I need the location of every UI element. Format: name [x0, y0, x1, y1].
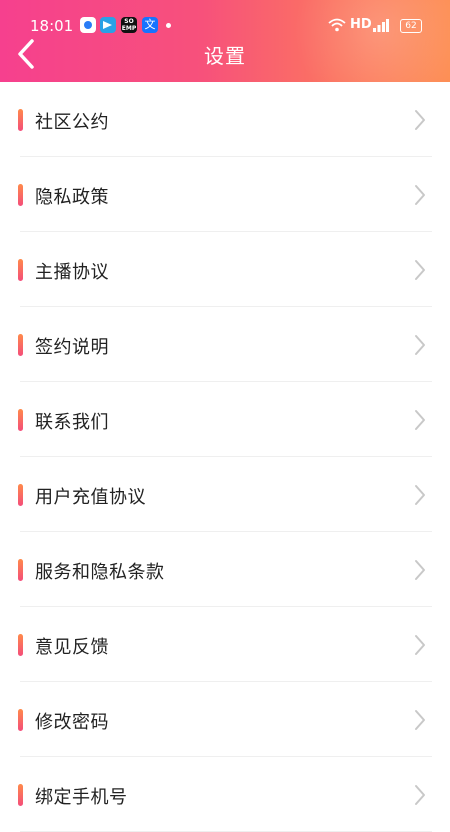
status-bar: 18:01 SO EMP 文 HD 62: [0, 0, 450, 35]
soemp-icon: SO EMP: [121, 17, 137, 33]
menu-item-label: 用户充值协议: [35, 487, 146, 508]
accent-bar: [18, 634, 23, 656]
accent-bar: [18, 109, 23, 131]
accent-bar: [18, 259, 23, 281]
chevron-right-icon: [415, 485, 425, 505]
menu-item-streamer-agreement[interactable]: 主播协议: [0, 232, 450, 307]
accent-bar: [18, 559, 23, 581]
network-type: HD: [350, 17, 372, 32]
menu-item-label: 服务和隐私条款: [35, 562, 165, 583]
menu-item-label: 主播协议: [35, 262, 109, 283]
app-header: 18:01 SO EMP 文 HD 62 设置: [0, 0, 450, 82]
settings-menu: 社区公约 隐私政策 主播协议 签约说明 联系我们 用户充值协议 服务和隐私条款 …: [0, 82, 450, 832]
chevron-right-icon: [415, 335, 425, 355]
signal-icon: [373, 19, 389, 32]
battery-icon: 62: [400, 19, 422, 33]
menu-item-signing-instructions[interactable]: 签约说明: [0, 307, 450, 382]
menu-item-privacy-policy[interactable]: 隐私政策: [0, 157, 450, 232]
menu-item-label: 社区公约: [35, 112, 109, 133]
menu-item-label: 联系我们: [35, 412, 109, 433]
accent-bar: [18, 484, 23, 506]
menu-item-label: 签约说明: [35, 337, 109, 358]
accent-bar: [18, 709, 23, 731]
menu-item-contact-us[interactable]: 联系我们: [0, 382, 450, 457]
menu-item-community-guidelines[interactable]: 社区公约: [0, 82, 450, 157]
menu-item-recharge-agreement[interactable]: 用户充值协议: [0, 457, 450, 532]
app-circle-icon: [80, 17, 96, 33]
accent-bar: [18, 334, 23, 356]
menu-item-terms-of-service[interactable]: 服务和隐私条款: [0, 532, 450, 607]
menu-item-bind-phone[interactable]: 绑定手机号: [0, 757, 450, 832]
chevron-right-icon: [415, 185, 425, 205]
chevron-right-icon: [415, 560, 425, 580]
status-time: 18:01: [30, 17, 74, 35]
translate-icon: 文: [142, 17, 158, 33]
menu-item-change-password[interactable]: 修改密码: [0, 682, 450, 757]
chevron-right-icon: [415, 635, 425, 655]
accent-bar: [18, 784, 23, 806]
page-title: 设置: [204, 44, 246, 68]
menu-item-label: 意见反馈: [35, 637, 109, 658]
chevron-right-icon: [415, 410, 425, 430]
chevron-right-icon: [415, 110, 425, 130]
chevron-right-icon: [415, 710, 425, 730]
more-notifications-dot-icon: [166, 23, 171, 28]
chevron-right-icon: [415, 260, 425, 280]
wifi-icon: [328, 18, 346, 32]
menu-item-feedback[interactable]: 意见反馈: [0, 607, 450, 682]
chevron-right-icon: [415, 785, 425, 805]
menu-item-label: 绑定手机号: [35, 787, 128, 808]
accent-bar: [18, 409, 23, 431]
accent-bar: [18, 184, 23, 206]
menu-item-label: 隐私政策: [35, 187, 109, 208]
telegram-icon: [100, 17, 116, 33]
menu-item-label: 修改密码: [35, 712, 109, 733]
